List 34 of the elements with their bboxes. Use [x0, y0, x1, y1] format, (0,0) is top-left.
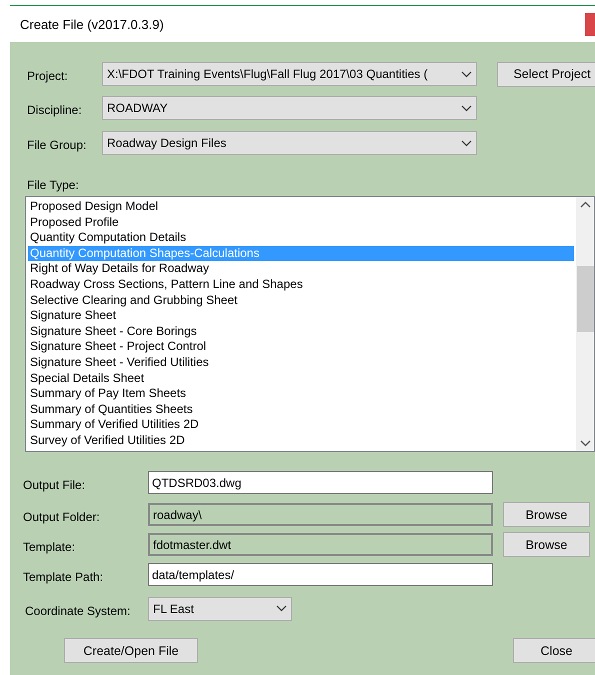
text-field[interactable]: QTDSRD03.dwg	[148, 471, 493, 494]
list-item[interactable]: Special Details Sheet	[28, 370, 574, 386]
field-label: Template Path:	[23, 570, 104, 584]
select-project-button[interactable]: Select Project	[497, 62, 595, 86]
field-label: Coordinate System:	[24, 604, 132, 618]
list-item[interactable]: Quantity Computation Details	[28, 230, 574, 246]
field-label: Project:	[27, 69, 69, 83]
window-title: Create File (v2017.0.3.9)	[20, 16, 164, 32]
close-button[interactable]: Close	[513, 638, 595, 663]
dropdown[interactable]: Roadway Design Files	[102, 131, 477, 155]
text-field[interactable]: data/templates/	[148, 563, 493, 586]
dropdown[interactable]: FL East	[148, 596, 292, 620]
list-item[interactable]: Summary of Pay Item Sheets	[28, 386, 574, 402]
field-label: Template:	[23, 540, 76, 554]
list-item[interactable]: Summary of Verified Utilities 2D	[28, 417, 574, 433]
list-item[interactable]: Signature Sheet - Project Control	[28, 339, 574, 355]
dropdown[interactable]: ROADWAY	[102, 96, 477, 120]
list-item[interactable]: Summary of Quantities Sheets	[28, 402, 574, 418]
list-item[interactable]: Selective Clearing and Grubbing Sheet	[28, 292, 574, 308]
list-item[interactable]: Proposed Profile	[28, 214, 574, 230]
list-item[interactable]: Survey of Verified Utilities 2D	[28, 432, 574, 448]
list-item[interactable]: Signature Sheet	[28, 308, 574, 324]
list-item[interactable]: Signature Sheet - Core Borings	[28, 324, 574, 340]
list-item[interactable]: Signature Sheet - Verified Utilities	[28, 354, 574, 371]
list-item[interactable]: Right of Way Details for Roadway	[28, 261, 574, 277]
field-label: Discipline:	[27, 103, 83, 117]
field-label: Output File:	[23, 478, 86, 492]
create-open-button[interactable]: Create/Open File	[64, 638, 198, 663]
dropdown[interactable]: X:\FDOT Training Events\Flug\Fall Flug 2017\03 Quantities (	[102, 62, 477, 86]
list-item[interactable]: Roadway Cross Sections, Pattern Line and Shapes	[28, 276, 574, 293]
field-label: File Group:	[27, 138, 88, 152]
field-label: File Type:	[27, 178, 80, 192]
list-item[interactable]: Proposed Design Model	[28, 199, 574, 215]
field-label: Output Folder:	[23, 510, 101, 524]
